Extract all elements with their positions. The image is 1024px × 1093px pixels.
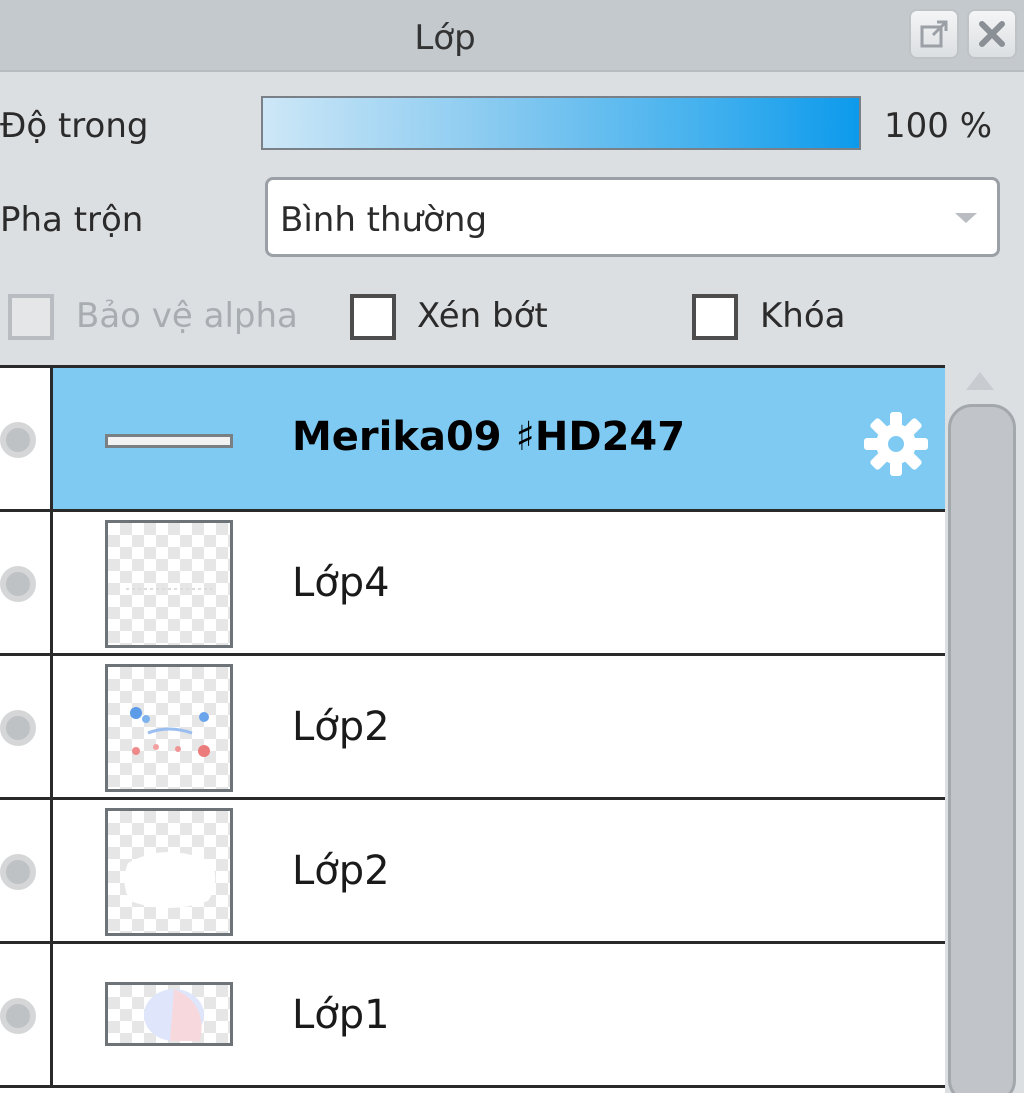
layer-name: Merika09 ♯HD247: [292, 414, 686, 460]
layer-row[interactable]: Lớp2: [0, 656, 945, 800]
chevron-down-icon: [955, 213, 977, 223]
opacity-slider[interactable]: [261, 96, 861, 150]
blend-mode-select[interactable]: Bình thường: [265, 177, 1000, 257]
scroll-up-icon[interactable]: [966, 372, 994, 390]
visibility-column: [0, 944, 53, 1085]
thumbnail-content: [124, 852, 216, 908]
blend-mode-value: Bình thường: [280, 200, 488, 240]
layer-row[interactable]: Lớp1: [0, 944, 945, 1088]
opacity-value: 100 %: [884, 106, 993, 146]
visibility-column: [0, 800, 53, 941]
layer-name: Lớp2: [292, 704, 390, 750]
popout-icon: [920, 20, 948, 48]
thumbnail-content: [130, 707, 210, 757]
visibility-toggle[interactable]: [0, 422, 36, 458]
popout-button[interactable]: [909, 9, 959, 59]
thumbnail-content: [126, 588, 212, 590]
visibility-toggle[interactable]: [0, 566, 36, 602]
layer-thumbnail: [105, 664, 233, 792]
layer-list: Merika09 ♯HD247 Lớp4 Lớp2 Lớp2 Lớp1: [0, 365, 945, 1093]
clip-label: Xén bớt: [417, 296, 548, 336]
gear-icon[interactable]: [862, 410, 930, 478]
blend-label: Pha trộn: [0, 200, 144, 240]
lock-label: Khóa: [760, 296, 846, 336]
opacity-fill: [263, 98, 859, 148]
close-icon: [979, 21, 1005, 47]
panel-titlebar: Lớp: [0, 0, 1024, 72]
close-button[interactable]: [967, 9, 1017, 59]
layer-row[interactable]: Lớp4: [0, 512, 945, 656]
visibility-column: [0, 656, 53, 797]
layer-thumbnail: [105, 982, 233, 1046]
layer-thumbnail: [105, 520, 233, 648]
lock-checkbox[interactable]: [692, 294, 738, 340]
clip-checkbox[interactable]: [350, 294, 396, 340]
visibility-toggle[interactable]: [0, 710, 36, 746]
layer-name: Lớp4: [292, 560, 390, 606]
visibility-column: [0, 512, 53, 653]
layer-thumbnail: [105, 808, 233, 936]
visibility-toggle[interactable]: [0, 998, 36, 1034]
layer-row[interactable]: Merika09 ♯HD247: [0, 368, 945, 512]
scrollbar-thumb[interactable]: [948, 404, 1016, 1093]
layer-name: Lớp2: [292, 848, 390, 894]
layer-thumbnail: [105, 434, 233, 448]
visibility-column: [0, 368, 53, 509]
thumbnail-content: [144, 989, 204, 1041]
protect-alpha-checkbox[interactable]: [8, 294, 54, 340]
protect-alpha-label: Bảo vệ alpha: [76, 296, 298, 336]
layer-name: Lớp1: [292, 992, 390, 1038]
panel-title: Lớp: [414, 18, 476, 58]
opacity-label: Độ trong: [0, 106, 149, 146]
layer-row[interactable]: Lớp2: [0, 800, 945, 944]
visibility-toggle[interactable]: [0, 854, 36, 890]
